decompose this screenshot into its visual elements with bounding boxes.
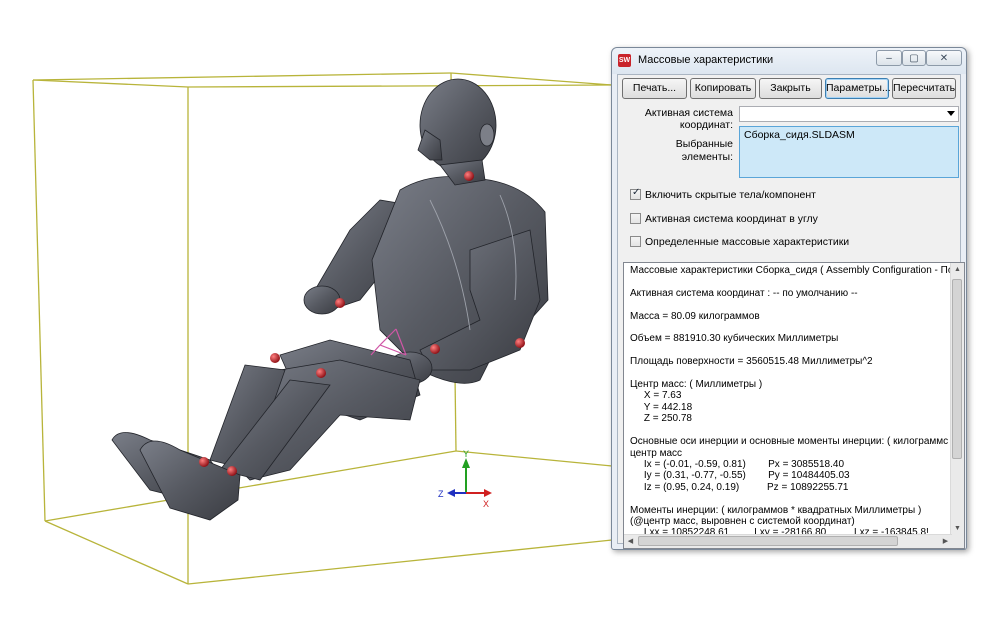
horizontal-scroll-thumb[interactable] — [638, 536, 898, 546]
maximize-button[interactable]: ▢ — [902, 50, 926, 66]
dialog-title: Массовые характеристики — [638, 54, 774, 66]
dialog-titlebar[interactable]: SW Массовые характеристики – ▢ ✕ — [612, 48, 966, 74]
checkbox-icon[interactable] — [630, 213, 641, 224]
vertical-scroll-thumb[interactable] — [952, 279, 962, 459]
override-mass-label: Определенные массовые характеристики — [645, 236, 850, 248]
checkbox-icon[interactable] — [630, 236, 641, 247]
close-button[interactable]: Закрыть — [759, 78, 822, 99]
close-window-button[interactable]: ✕ — [926, 50, 962, 66]
scroll-left-icon[interactable]: ◀ — [624, 535, 637, 548]
override-mass-checkbox[interactable]: Определенные массовые характеристики — [630, 236, 849, 248]
results-panel[interactable]: Массовые характеристики Сборка_сидя ( As… — [623, 262, 965, 549]
minimize-button[interactable]: – — [876, 50, 902, 66]
selected-items-box[interactable]: Сборка_сидя.SLDASM — [739, 126, 959, 178]
triad-z-label: Z — [438, 489, 444, 499]
coordinate-triad: Y X Z — [438, 449, 492, 509]
dialog-client: Печать... Копировать Закрыть Параметры..… — [617, 74, 965, 549]
vertical-scrollbar[interactable]: ▲ ▼ — [950, 263, 964, 535]
options-button[interactable]: Параметры... — [825, 78, 891, 99]
include-hidden-checkbox[interactable]: Включить скрытые тела/компонент — [630, 187, 816, 201]
dropdown-arrow-icon — [947, 111, 955, 116]
coord-corner-label: Активная система координат в углу — [645, 213, 818, 225]
coord-system-dropdown[interactable] — [739, 106, 959, 122]
horizontal-scrollbar[interactable]: ◀ ▶ — [624, 534, 952, 548]
solidworks-app-icon: SW — [618, 54, 631, 67]
checkbox-checked-icon[interactable] — [630, 187, 641, 200]
recalculate-button[interactable]: Пересчитать — [892, 78, 956, 99]
mass-properties-dialog: SW Массовые характеристики – ▢ ✕ Печать.… — [611, 47, 967, 550]
scroll-up-icon[interactable]: ▲ — [951, 263, 964, 276]
print-button[interactable]: Печать... — [622, 78, 687, 99]
coord-corner-checkbox[interactable]: Активная система координат в углу — [630, 213, 818, 225]
coord-system-label-line2: координат: — [679, 119, 733, 131]
selected-item[interactable]: Сборка_сидя.SLDASM — [744, 129, 855, 141]
scroll-corner — [951, 535, 964, 548]
include-hidden-label: Включить скрытые тела/компонент — [645, 189, 816, 201]
results-text: Массовые характеристики Сборка_сидя ( As… — [630, 265, 952, 539]
selected-items-label: Выбранные элементы: — [675, 138, 733, 163]
copy-button[interactable]: Копировать — [690, 78, 756, 99]
triad-y-label: Y — [463, 449, 469, 459]
triad-x-label: X — [483, 499, 489, 509]
scroll-down-icon[interactable]: ▼ — [951, 522, 964, 535]
